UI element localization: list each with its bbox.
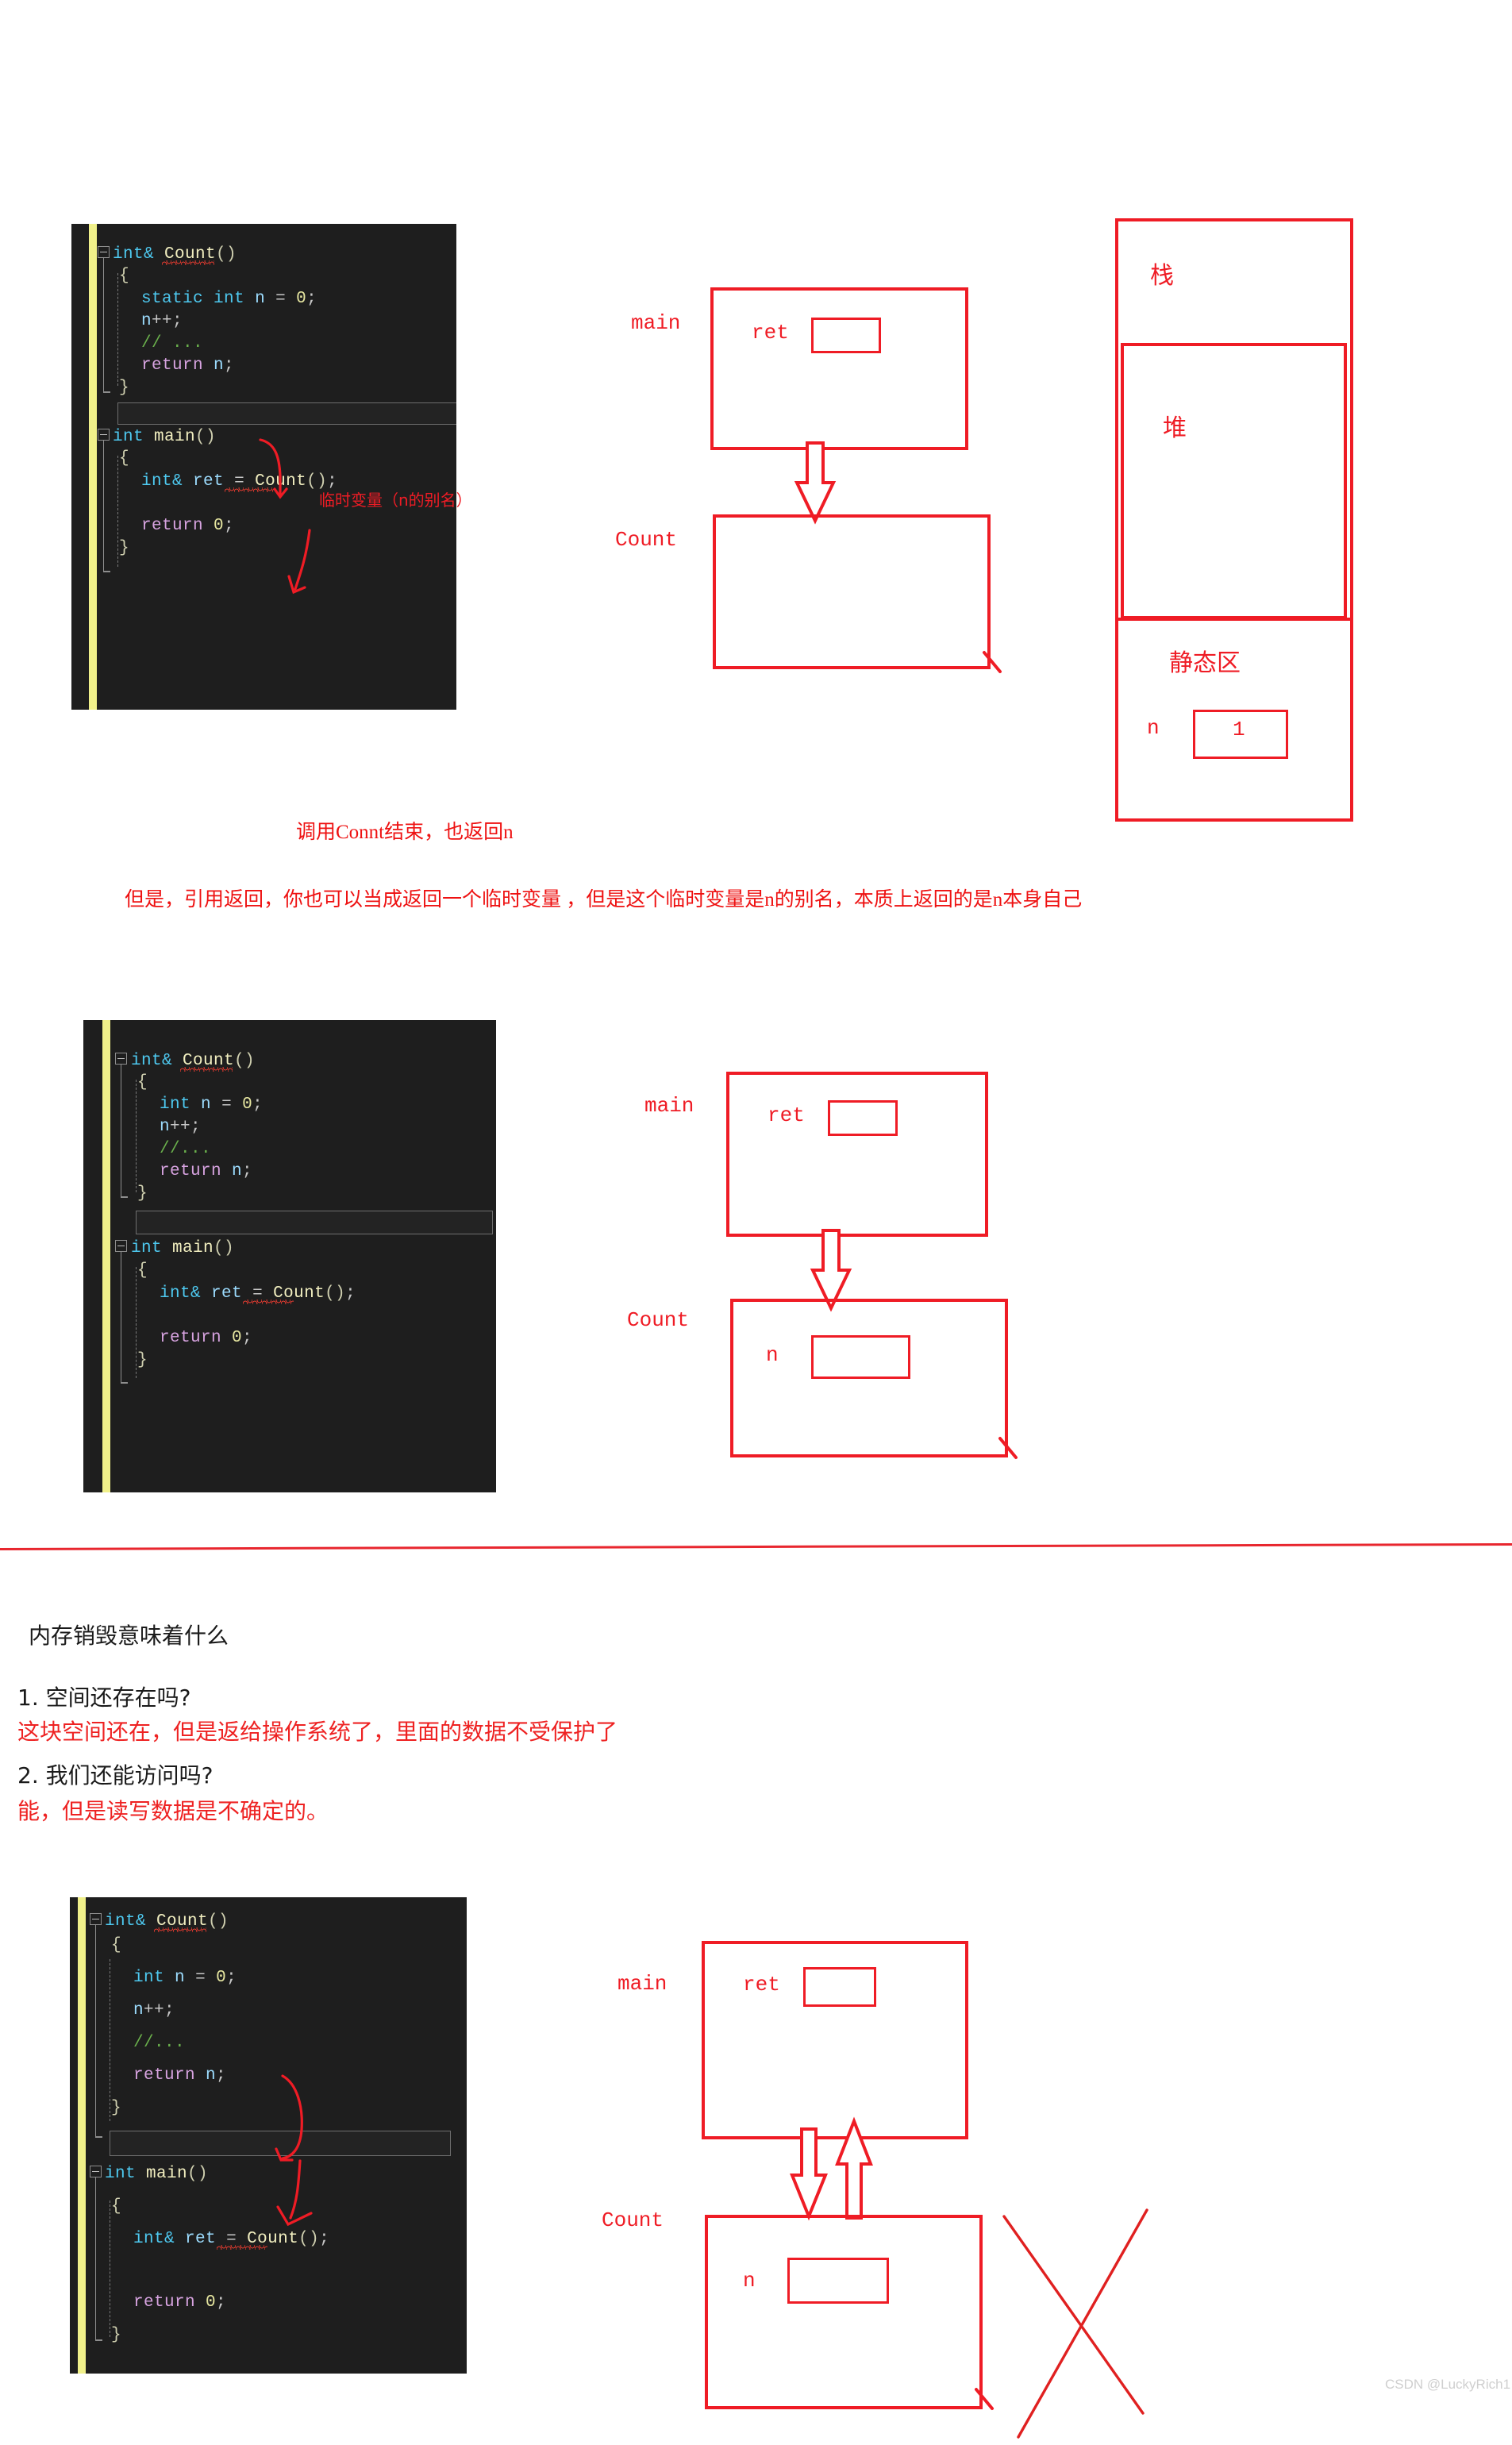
spell-squiggle-4 bbox=[243, 1300, 294, 1304]
frame-label-main-1: main bbox=[631, 311, 681, 335]
indent-guide-main bbox=[117, 456, 118, 567]
var-label-ret-3: ret bbox=[743, 1973, 780, 1996]
caption-call-count-returns-n: 调用Connt结束，也返回n bbox=[296, 822, 514, 843]
answer-1: 这块空间还在，但是返给操作系统了，里面的数据不受保护了 bbox=[17, 1719, 618, 1745]
frame-label-count-1: Count bbox=[615, 528, 678, 552]
heading-memory-destroy: 内存销毁意味着什么 bbox=[29, 1623, 229, 1649]
frame-label-main-2: main bbox=[644, 1094, 694, 1118]
editor-separator-bar-2 bbox=[136, 1211, 493, 1234]
static-var-value: 1 bbox=[1233, 718, 1245, 741]
spell-squiggle-3 bbox=[180, 1067, 233, 1072]
code-block-2[interactable]: int& Count() { int n = 0; n++; //... ret… bbox=[83, 1020, 496, 1492]
spell-squiggle bbox=[162, 260, 214, 265]
annotation-arrow-count-call bbox=[287, 529, 311, 595]
fold-guide-line-main bbox=[102, 441, 105, 572]
frame-destroy-tick-2 bbox=[998, 1437, 1018, 1459]
fold-guide-end-main bbox=[102, 571, 110, 572]
var-slot-n-2 bbox=[811, 1335, 910, 1379]
var-slot-ret-2 bbox=[828, 1100, 898, 1136]
var-slot-ret-3 bbox=[803, 1967, 876, 2007]
fold-guide-end-main-3 bbox=[94, 2339, 102, 2341]
stack-frame-count-3 bbox=[705, 2215, 983, 2409]
static-var-label-n: n bbox=[1147, 716, 1160, 740]
var-slot-ret-1 bbox=[811, 318, 881, 353]
spell-squiggle-6 bbox=[217, 2245, 267, 2250]
memory-region-stack-label: 栈 bbox=[1150, 262, 1174, 290]
code-fold-toggle-main[interactable] bbox=[98, 429, 110, 441]
question-1: 1. 空间还存在吗? bbox=[17, 1685, 191, 1711]
invalid-cross-mark bbox=[1002, 2208, 1148, 2439]
frame-destroy-tick-1 bbox=[983, 651, 1002, 673]
fold-guide-line-main-3 bbox=[94, 2177, 97, 2341]
fold-guide-line-main-2 bbox=[120, 1252, 122, 1384]
frame-label-main-3: main bbox=[617, 1972, 668, 1996]
frame-label-count-3: Count bbox=[602, 2208, 664, 2232]
annotation-arrow-count-call-3 bbox=[276, 2159, 313, 2227]
stack-frame-main-2 bbox=[726, 1072, 988, 1237]
fold-guide-end-main-2 bbox=[120, 1382, 128, 1384]
code-content-2: int& Count() { int n = 0; n++; //... ret… bbox=[83, 1020, 496, 1492]
memory-region-heap bbox=[1121, 343, 1347, 619]
annotation-arrow-return-n bbox=[259, 438, 288, 499]
var-slot-n-3 bbox=[787, 2258, 889, 2304]
watermark: CSDN @LuckyRich1 bbox=[1385, 2377, 1511, 2392]
var-label-n-2: n bbox=[766, 1343, 779, 1367]
memory-region-static-label: 静态区 bbox=[1169, 649, 1241, 677]
frame-label-count-2: Count bbox=[627, 1308, 690, 1332]
code-fold-toggle-main-3[interactable] bbox=[90, 2166, 102, 2177]
question-2: 2. 我们还能访问吗? bbox=[17, 1762, 214, 1789]
stack-frame-count-1 bbox=[713, 514, 991, 669]
stack-frame-main-1 bbox=[710, 287, 968, 450]
spell-squiggle-5 bbox=[154, 1927, 206, 1932]
indent-guide-main-2 bbox=[136, 1267, 137, 1378]
return-arrow-up-3 bbox=[835, 2116, 873, 2220]
answer-2: 能，但是读写数据是不确定的。 bbox=[17, 1798, 329, 1824]
var-label-n-3: n bbox=[743, 2269, 756, 2293]
note-reference-return: 但是，引用返回，你也可以当成返回一个临时变量 ，但是这个临时变量是n的别名，本质… bbox=[125, 889, 1083, 911]
section-divider bbox=[0, 1543, 1512, 1550]
annotation-temp-variable: 临时变量（n的别名） bbox=[319, 491, 472, 510]
call-arrow-down-3 bbox=[790, 2127, 828, 2221]
code-fold-toggle-main-2[interactable] bbox=[115, 1240, 127, 1252]
memory-region-heap-label: 堆 bbox=[1163, 414, 1187, 442]
var-label-ret-2: ret bbox=[768, 1103, 805, 1127]
var-label-ret-1: ret bbox=[752, 321, 789, 345]
